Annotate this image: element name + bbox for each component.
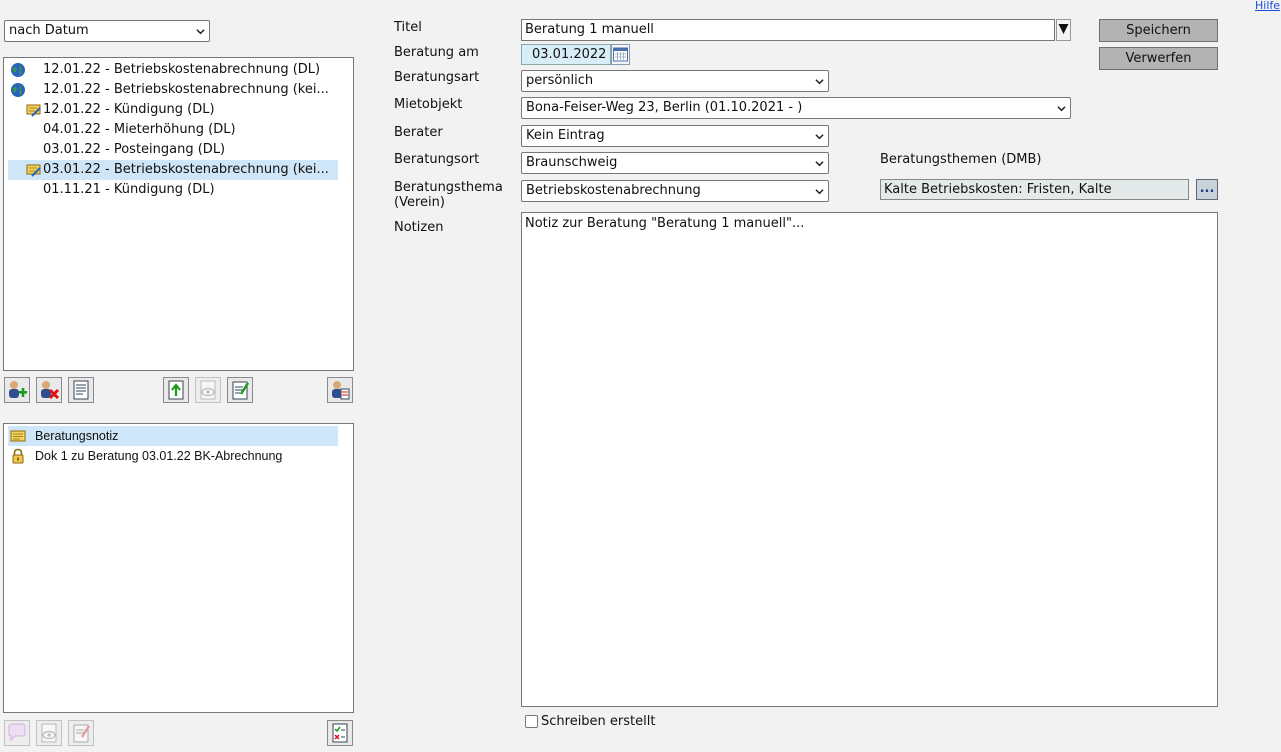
type-select[interactable]: persönlich bbox=[521, 70, 829, 92]
consultation-row[interactable]: 12.01.22 - Betriebskostenabrechnung (DL) bbox=[8, 60, 338, 80]
edit-note-button[interactable] bbox=[68, 720, 94, 746]
sort-select-value: nach Datum bbox=[9, 23, 89, 38]
consultation-row[interactable]: 12.01.22 - Betriebskostenabrechnung (kei… bbox=[8, 80, 338, 100]
topic-select[interactable]: Betriebskostenabrechnung bbox=[521, 180, 829, 202]
title-input[interactable]: Beratung 1 manuell bbox=[521, 19, 1055, 41]
checklist-button[interactable] bbox=[327, 720, 353, 746]
speech-bubble-icon bbox=[8, 723, 26, 742]
calendar-icon bbox=[613, 47, 628, 62]
title-dropdown-button[interactable] bbox=[1056, 19, 1071, 41]
dmb-topics-field: Kalte Betriebskosten: Fristen, Kalte bbox=[880, 179, 1189, 200]
consultation-label: 01.11.21 - Kündigung (DL) bbox=[43, 182, 215, 197]
object-select-value: Bona-Feiser-Weg 23, Berlin (01.10.2021 -… bbox=[526, 100, 803, 115]
object-select[interactable]: Bona-Feiser-Weg 23, Berlin (01.10.2021 -… bbox=[521, 97, 1071, 119]
notes-label: Notizen bbox=[394, 220, 444, 235]
triangle-down-icon bbox=[1058, 24, 1069, 34]
add-user-icon bbox=[9, 381, 27, 398]
type-label: Beratungsart bbox=[394, 70, 480, 85]
title-label: Titel bbox=[394, 20, 422, 35]
add-consultation-button[interactable] bbox=[4, 377, 30, 403]
save-button[interactable]: Speichern bbox=[1099, 19, 1218, 42]
document-row[interactable]: Beratungsnotiz bbox=[8, 426, 338, 446]
place-select-value: Braunschweig bbox=[526, 155, 618, 170]
consultation-label: 12.01.22 - Kündigung (DL) bbox=[43, 102, 215, 117]
eye-icon bbox=[200, 380, 216, 400]
document-row[interactable]: Dok 1 zu Beratung 03.01.22 BK-Abrechnung bbox=[8, 446, 338, 466]
topic-label: Beratungsthema bbox=[394, 180, 503, 195]
consultation-row[interactable]: 04.01.22 - Mieterhöhung (DL) bbox=[8, 120, 338, 140]
consultation-label: 03.01.22 - Betriebskostenabrechnung (kei… bbox=[43, 162, 329, 177]
remove-user-icon bbox=[41, 381, 60, 400]
advisor-select-value: Kein Eintrag bbox=[526, 128, 605, 143]
note-icon bbox=[10, 428, 26, 444]
globe-icon bbox=[10, 62, 26, 78]
document-list-icon bbox=[73, 380, 89, 400]
document-list[interactable]: Beratungsnotiz Dok 1 zu Beratung 03.01.22… bbox=[3, 423, 354, 713]
consultation-row[interactable]: 03.01.22 - Posteingang (DL) bbox=[8, 140, 338, 160]
ellipsis-icon: ... bbox=[1199, 181, 1215, 196]
title-input-value: Beratung 1 manuell bbox=[525, 22, 654, 37]
letter-created-checkbox[interactable] bbox=[525, 715, 538, 728]
consultation-list[interactable]: 12.01.22 - Betriebskostenabrechnung (DL)… bbox=[3, 57, 354, 371]
advisor-label: Berater bbox=[394, 125, 443, 140]
comment-button[interactable] bbox=[4, 720, 30, 746]
lock-icon bbox=[10, 448, 26, 464]
chevron-down-icon bbox=[815, 161, 824, 167]
upload-document-button[interactable] bbox=[163, 377, 189, 403]
note-pen-icon bbox=[26, 102, 42, 118]
date-input[interactable]: 03.01.2022 bbox=[521, 44, 611, 65]
consultation-label: 03.01.22 - Posteingang (DL) bbox=[43, 142, 226, 157]
consultation-row[interactable]: 03.01.22 - Betriebskostenabrechnung (kei… bbox=[8, 160, 338, 180]
dmb-topics-button[interactable]: ... bbox=[1196, 179, 1218, 200]
note-pen-icon bbox=[26, 162, 42, 178]
dmb-topics-label: Beratungsthemen (DMB) bbox=[880, 152, 1042, 167]
chevron-down-icon bbox=[815, 79, 824, 85]
sort-select[interactable]: nach Datum bbox=[4, 20, 210, 42]
consultation-label: 12.01.22 - Betriebskostenabrechnung (DL) bbox=[43, 62, 321, 77]
notes-textarea[interactable]: Notiz zur Beratung "Beratung 1 manuell".… bbox=[521, 212, 1218, 707]
type-select-value: persönlich bbox=[526, 73, 594, 88]
edit-icon bbox=[232, 381, 250, 400]
topic-select-value: Betriebskostenabrechnung bbox=[526, 183, 701, 198]
object-label: Mietobjekt bbox=[394, 97, 463, 112]
letter-created-label: Schreiben erstellt bbox=[541, 714, 656, 729]
consultation-details-button[interactable] bbox=[68, 377, 94, 403]
dmb-topics-value: Kalte Betriebskosten: Fristen, Kalte bbox=[884, 182, 1112, 197]
chevron-down-icon bbox=[815, 189, 824, 195]
user-document-icon bbox=[332, 381, 350, 400]
preview-button[interactable] bbox=[195, 377, 221, 403]
view-document-button[interactable] bbox=[36, 720, 62, 746]
consultation-label: 04.01.22 - Mieterhöhung (DL) bbox=[43, 122, 236, 137]
calendar-button[interactable] bbox=[611, 44, 630, 65]
chevron-down-icon bbox=[1057, 106, 1066, 112]
consultation-row[interactable]: 12.01.22 - Kündigung (DL) bbox=[8, 100, 338, 120]
delete-consultation-button[interactable] bbox=[36, 377, 62, 403]
help-link[interactable]: Hilfe bbox=[1255, 0, 1280, 12]
place-label: Beratungsort bbox=[394, 152, 480, 167]
consultation-label: 12.01.22 - Betriebskostenabrechnung (kei… bbox=[43, 82, 329, 97]
date-label: Beratung am bbox=[394, 45, 479, 60]
edit-document-button[interactable] bbox=[227, 377, 253, 403]
advisor-select[interactable]: Kein Eintrag bbox=[521, 125, 829, 147]
document-label: Dok 1 zu Beratung 03.01.22 BK-Abrechnung bbox=[35, 449, 283, 463]
chevron-down-icon bbox=[196, 29, 205, 35]
discard-button[interactable]: Verwerfen bbox=[1099, 47, 1218, 70]
upload-icon bbox=[168, 380, 184, 400]
document-label: Beratungsnotiz bbox=[35, 429, 119, 443]
consultation-row[interactable]: 01.11.21 - Kündigung (DL) bbox=[8, 180, 338, 200]
edit-icon bbox=[73, 724, 91, 743]
date-input-value: 03.01.2022 bbox=[532, 47, 607, 62]
assign-advisor-button[interactable] bbox=[327, 377, 353, 403]
chevron-down-icon bbox=[815, 134, 824, 140]
topic-label-suffix: (Verein) bbox=[394, 195, 445, 210]
eye-icon bbox=[41, 723, 57, 743]
checklist-icon bbox=[332, 723, 348, 743]
place-select[interactable]: Braunschweig bbox=[521, 152, 829, 174]
notes-text: Notiz zur Beratung "Beratung 1 manuell".… bbox=[525, 216, 805, 231]
globe-icon bbox=[10, 82, 26, 98]
